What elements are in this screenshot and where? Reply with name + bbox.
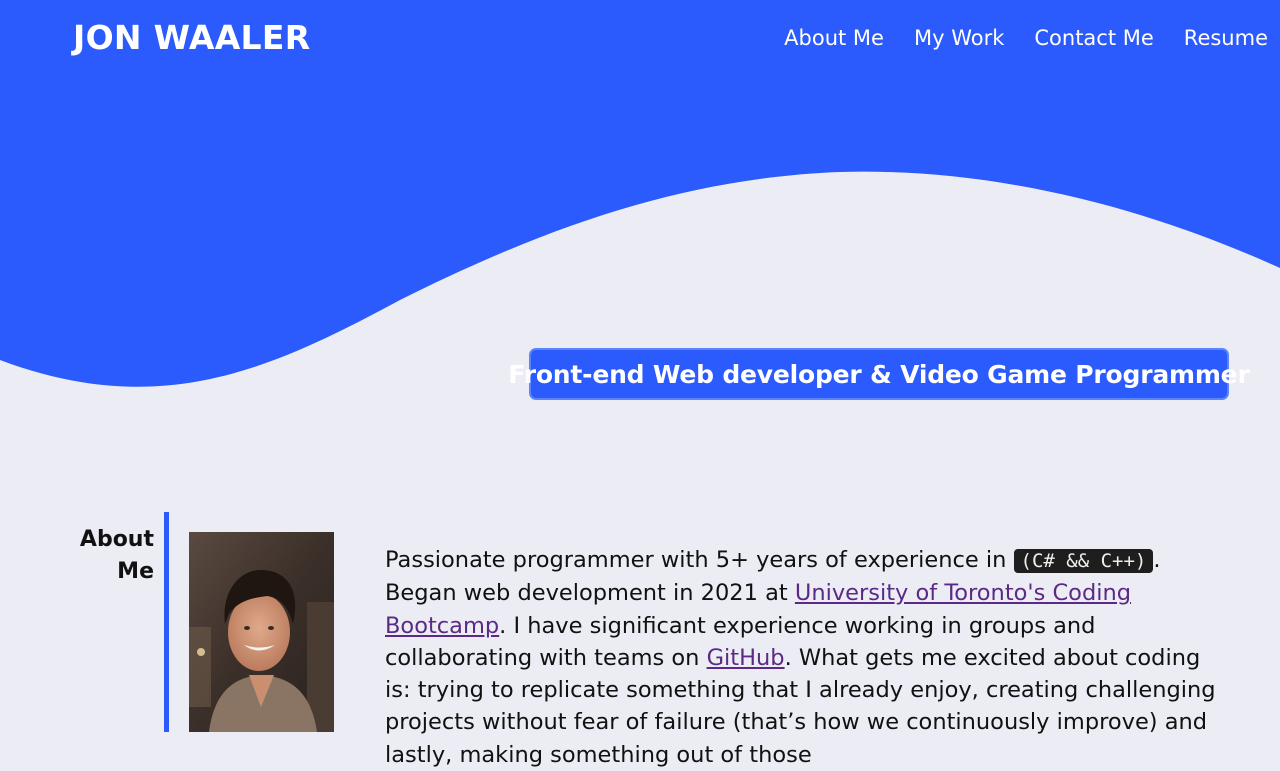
main-nav: About Me My Work Contact Me Resume: [784, 26, 1268, 50]
hero-tagline: Front-end Web developer & Video Game Pro…: [508, 348, 1250, 400]
nav-contact-me[interactable]: Contact Me: [1034, 26, 1153, 50]
nav-about-me[interactable]: About Me: [784, 26, 884, 50]
site-title[interactable]: JON WAALER: [73, 18, 310, 57]
about-text-intro: Passionate programmer with 5+ years of e…: [385, 547, 1014, 573]
about-divider: [164, 512, 169, 732]
about-paragraph: Passionate programmer with 5+ years of e…: [385, 544, 1230, 771]
github-link[interactable]: GitHub: [707, 645, 785, 671]
profile-photo: [189, 532, 334, 732]
nav-my-work[interactable]: My Work: [914, 26, 1004, 50]
languages-code: (C# && C++): [1013, 549, 1154, 573]
nav-resume[interactable]: Resume: [1184, 26, 1268, 50]
about-heading: About Me: [79, 527, 154, 584]
